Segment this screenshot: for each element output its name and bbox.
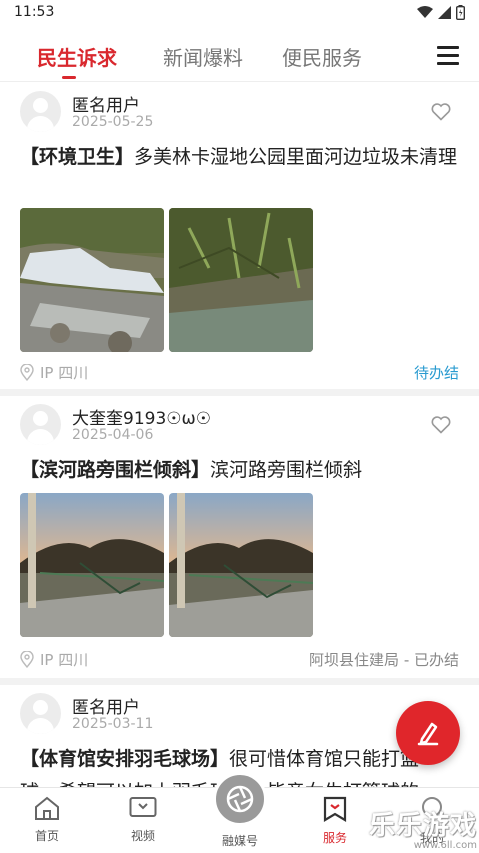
system-icons <box>417 5 465 20</box>
post-date: 2025-03-11 <box>72 716 154 732</box>
post-title: 【环境卫生】多美林卡湿地公园里面河边垃圾未清理 <box>20 141 460 174</box>
watermark: 乐乐游戏 www.6ll.com <box>369 805 477 851</box>
post-images <box>20 208 313 352</box>
battery-icon <box>456 5 465 20</box>
avatar <box>20 404 61 445</box>
post-image[interactable] <box>169 493 313 637</box>
avatar <box>20 693 61 734</box>
post-tag: 【环境卫生】 <box>20 146 135 168</box>
avatar <box>20 91 61 132</box>
top-tab-bar: 民生诉求 新闻爆料 便民服务 <box>0 26 479 82</box>
wifi-icon <box>417 6 433 18</box>
status-badge: 待办结 <box>413 364 459 382</box>
post-tag: 【体育馆安排羽毛球场】 <box>20 748 230 770</box>
camera-icon <box>226 785 254 813</box>
tab-news-tips[interactable]: 新闻爆料 <box>163 42 243 71</box>
new-post-button[interactable] <box>396 701 460 765</box>
nav-home[interactable]: 首页 <box>17 796 77 844</box>
post-ip: IP 四川 <box>40 364 89 382</box>
divider <box>0 678 479 685</box>
status-bar: 11:53 <box>0 0 479 26</box>
tab-minsheng[interactable]: 民生诉求 <box>37 42 117 71</box>
post-images <box>20 493 313 637</box>
status-badge: 阿坝县住建局 - 已办结 <box>309 651 459 669</box>
location-icon <box>20 364 34 381</box>
post-text: 滨河路旁围栏倾斜 <box>210 459 363 481</box>
post-username: 大奎奎9193☉ω☉ <box>72 409 211 429</box>
divider <box>0 389 479 396</box>
post-card[interactable]: 大奎奎9193☉ω☉ 2025-04-06 【滨河路旁围栏倾斜】滨河路旁围栏倾斜 <box>0 396 479 678</box>
post-username: 匿名用户 <box>72 698 140 718</box>
post-ip: IP 四川 <box>40 651 89 669</box>
heart-icon[interactable] <box>431 416 451 434</box>
post-tag: 【滨河路旁围栏倾斜】 <box>20 459 211 481</box>
post-username: 匿名用户 <box>72 96 140 116</box>
post-image[interactable] <box>169 208 313 352</box>
location-icon <box>20 651 34 668</box>
nav-video[interactable]: 视频 <box>113 796 173 844</box>
nav-service[interactable]: 服务 <box>305 796 365 846</box>
post-text: 多美林卡湿地公园里面河边垃圾未清理 <box>134 146 458 168</box>
post-date: 2025-04-06 <box>72 427 154 443</box>
post-footer: IP 四川 待办结 <box>20 362 459 383</box>
heart-icon[interactable] <box>431 103 451 121</box>
home-icon <box>35 796 59 820</box>
post-feed: 匿名用户 2025-05-25 【环境卫生】多美林卡湿地公园里面河边垃圾未清理 <box>0 83 479 836</box>
post-footer: IP 四川 阿坝县住建局 - 已办结 <box>20 649 459 670</box>
post-title: 【滨河路旁围栏倾斜】滨河路旁围栏倾斜 <box>20 454 460 487</box>
active-tab-indicator <box>62 76 76 79</box>
tab-services[interactable]: 便民服务 <box>282 42 362 71</box>
post-image[interactable] <box>20 208 164 352</box>
nav-service-label: 服务 <box>322 831 347 845</box>
post-date: 2025-05-25 <box>72 114 154 130</box>
menu-icon[interactable] <box>437 46 459 70</box>
bookmark-icon <box>323 796 347 822</box>
nav-home-label: 首页 <box>34 829 59 843</box>
watermark-text: 乐乐游戏 <box>368 811 477 841</box>
nav-media-button[interactable] <box>213 772 267 826</box>
nav-video-label: 视频 <box>130 829 155 843</box>
video-icon <box>129 797 157 817</box>
signal-icon <box>438 6 451 19</box>
post-card[interactable]: 匿名用户 2025-05-25 【环境卫生】多美林卡湿地公园里面河边垃圾未清理 <box>0 83 479 389</box>
post-image[interactable] <box>20 493 164 637</box>
status-time: 11:53 <box>14 4 55 20</box>
edit-icon <box>417 722 439 746</box>
nav-media-label: 融媒号 <box>221 834 258 848</box>
